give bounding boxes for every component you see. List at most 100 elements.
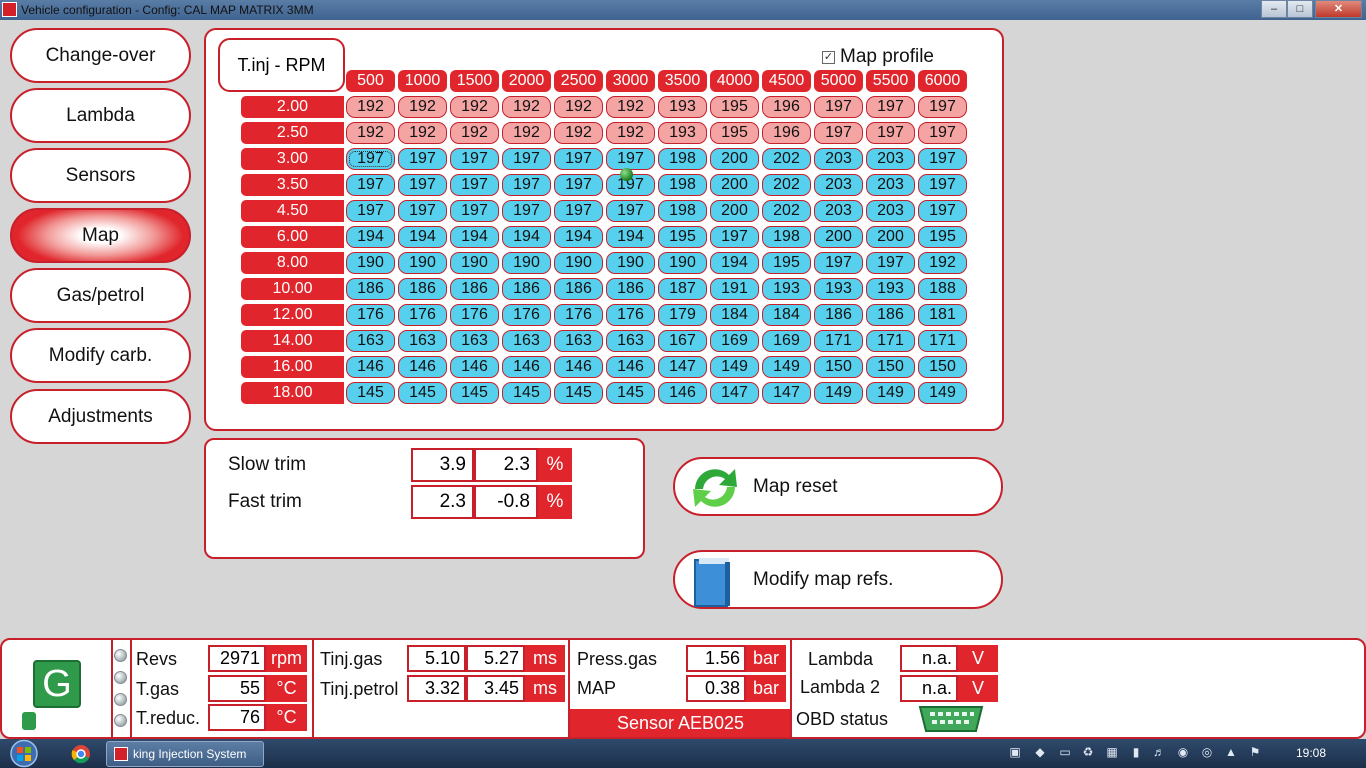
map-cell[interactable]: 203 xyxy=(866,200,915,222)
map-cell[interactable]: 195 xyxy=(658,226,707,248)
map-cell[interactable]: 197 xyxy=(554,148,603,170)
map-cell[interactable]: 195 xyxy=(918,226,967,248)
map-cell[interactable]: 197 xyxy=(554,200,603,222)
map-cell[interactable]: 203 xyxy=(814,148,863,170)
map-cell[interactable]: 194 xyxy=(450,226,499,248)
map-cell[interactable]: 149 xyxy=(710,356,759,378)
map-cell[interactable]: 194 xyxy=(502,226,551,248)
map-cell[interactable]: 198 xyxy=(658,148,707,170)
map-cell[interactable]: 145 xyxy=(398,382,447,404)
map-cell[interactable]: 200 xyxy=(710,148,759,170)
map-cell[interactable]: 194 xyxy=(606,226,655,248)
map-cell[interactable]: 176 xyxy=(398,304,447,326)
map-cell[interactable]: 197 xyxy=(554,174,603,196)
map-cell[interactable]: 147 xyxy=(658,356,707,378)
map-cell[interactable]: 186 xyxy=(346,278,395,300)
map-cell[interactable]: 203 xyxy=(814,174,863,196)
tray-network-icon[interactable]: ▣ xyxy=(1008,745,1022,759)
map-cell[interactable]: 198 xyxy=(658,174,707,196)
map-cell[interactable]: 197 xyxy=(346,174,395,196)
map-cell[interactable]: 197 xyxy=(866,252,915,274)
map-cell[interactable]: 193 xyxy=(814,278,863,300)
map-cell[interactable]: 146 xyxy=(658,382,707,404)
map-cell[interactable]: 149 xyxy=(762,356,811,378)
map-cell[interactable]: 163 xyxy=(606,330,655,352)
map-cell[interactable]: 150 xyxy=(814,356,863,378)
tray-volume-icon[interactable]: ♬ xyxy=(1152,745,1166,759)
map-cell[interactable]: 197 xyxy=(866,122,915,144)
map-cell[interactable]: 169 xyxy=(710,330,759,352)
maximize-button[interactable]: □ xyxy=(1287,0,1313,18)
tray-sync-icon[interactable]: ♻ xyxy=(1081,745,1095,759)
map-cell[interactable]: 197 xyxy=(502,200,551,222)
map-cell[interactable]: 192 xyxy=(398,122,447,144)
map-cell[interactable]: 197 xyxy=(918,122,967,144)
map-cell[interactable]: 197 xyxy=(450,174,499,196)
map-cell[interactable]: 190 xyxy=(450,252,499,274)
map-cell[interactable]: 198 xyxy=(658,200,707,222)
map-cell[interactable]: 149 xyxy=(918,382,967,404)
close-button[interactable]: ✕ xyxy=(1315,0,1362,18)
map-cell[interactable]: 145 xyxy=(606,382,655,404)
map-cell[interactable]: 171 xyxy=(814,330,863,352)
map-cell[interactable]: 190 xyxy=(502,252,551,274)
map-cell[interactable]: 202 xyxy=(762,200,811,222)
map-cell[interactable]: 197 xyxy=(710,226,759,248)
tray-display-icon[interactable]: ▭ xyxy=(1058,745,1072,759)
map-cell[interactable]: 193 xyxy=(866,278,915,300)
tray-flag-icon[interactable]: ⚑ xyxy=(1248,745,1262,759)
map-cell[interactable]: 146 xyxy=(554,356,603,378)
modify-map-refs-button[interactable]: Modify map refs. xyxy=(673,550,1003,609)
map-cell[interactable]: 145 xyxy=(554,382,603,404)
map-cell[interactable]: 197 xyxy=(450,200,499,222)
map-cell[interactable]: 176 xyxy=(554,304,603,326)
map-cell[interactable]: 184 xyxy=(762,304,811,326)
map-cell[interactable]: 192 xyxy=(346,122,395,144)
nav-map-button[interactable]: Map xyxy=(10,208,191,263)
map-cell[interactable]: 202 xyxy=(762,148,811,170)
map-cell[interactable]: 198 xyxy=(762,226,811,248)
map-cell[interactable]: 197 xyxy=(918,148,967,170)
map-cell[interactable]: 171 xyxy=(918,330,967,352)
map-cell[interactable]: 197 xyxy=(606,148,655,170)
map-cell[interactable]: 197 xyxy=(502,148,551,170)
map-cell[interactable]: 197 xyxy=(918,200,967,222)
map-cell[interactable]: 203 xyxy=(814,200,863,222)
map-cell[interactable]: 186 xyxy=(502,278,551,300)
map-cell[interactable]: 163 xyxy=(554,330,603,352)
map-cell[interactable]: 167 xyxy=(658,330,707,352)
map-cell[interactable]: 186 xyxy=(814,304,863,326)
map-cell[interactable]: 176 xyxy=(450,304,499,326)
map-cell[interactable]: 150 xyxy=(866,356,915,378)
map-cell[interactable]: 186 xyxy=(450,278,499,300)
minimize-button[interactable]: ‒ xyxy=(1261,0,1287,18)
taskbar-app-king-injection[interactable]: king Injection System xyxy=(106,741,264,767)
map-cell[interactable]: 190 xyxy=(346,252,395,274)
nav-change-over-button[interactable]: Change-over xyxy=(10,28,191,83)
nav-modify-carb-button[interactable]: Modify carb. xyxy=(10,328,191,383)
map-cell[interactable]: 179 xyxy=(658,304,707,326)
map-cell[interactable]: 197 xyxy=(346,200,395,222)
map-cell[interactable]: 197 xyxy=(814,96,863,118)
map-cell[interactable]: 176 xyxy=(502,304,551,326)
map-cell[interactable]: 171 xyxy=(866,330,915,352)
map-cell[interactable]: 188 xyxy=(918,278,967,300)
map-cell[interactable]: 163 xyxy=(450,330,499,352)
map-cell[interactable]: 197 xyxy=(918,96,967,118)
map-cell[interactable]: 193 xyxy=(658,122,707,144)
gas-mode-indicator[interactable]: G xyxy=(33,660,81,708)
map-cell[interactable]: 163 xyxy=(398,330,447,352)
map-cell[interactable]: 197 xyxy=(866,96,915,118)
nav-sensors-button[interactable]: Sensors xyxy=(10,148,191,203)
map-profile-checkbox[interactable]: ✓ xyxy=(822,50,835,64)
map-cell[interactable]: 191 xyxy=(710,278,759,300)
map-cell[interactable]: 193 xyxy=(658,96,707,118)
map-cell[interactable]: 190 xyxy=(606,252,655,274)
map-cell[interactable]: 197 xyxy=(606,200,655,222)
map-cell[interactable]: 169 xyxy=(762,330,811,352)
tray-app-icon[interactable]: ◆ xyxy=(1033,745,1047,759)
map-cell[interactable]: 197 xyxy=(502,174,551,196)
map-cell[interactable]: 195 xyxy=(762,252,811,274)
tray-wifi-icon[interactable]: ▲ xyxy=(1224,745,1238,759)
map-cell[interactable]: 193 xyxy=(762,278,811,300)
